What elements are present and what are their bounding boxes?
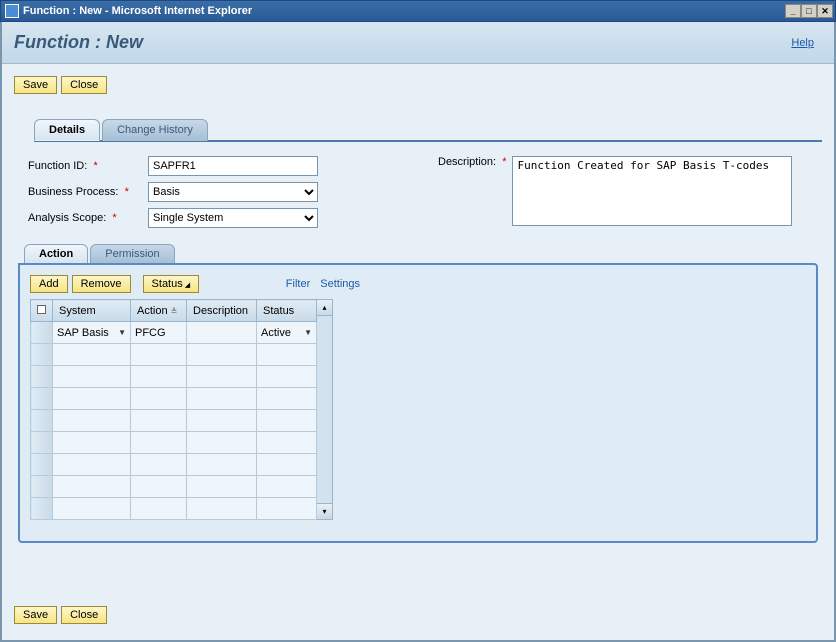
table-row (31, 432, 317, 454)
analysis-scope-select[interactable]: Single System (148, 208, 318, 228)
table-row (31, 366, 317, 388)
description-textarea[interactable]: Function Created for SAP Basis T-codes (512, 156, 792, 226)
table-row (31, 344, 317, 366)
window-titlebar: Function : New - Microsoft Internet Expl… (0, 0, 836, 22)
close-button[interactable]: Close (61, 76, 107, 94)
tab-details[interactable]: Details (34, 119, 100, 141)
save-button[interactable]: Save (14, 76, 57, 94)
row-selector[interactable] (31, 322, 53, 344)
subtab-permission[interactable]: Permission (90, 244, 174, 263)
maximize-button[interactable]: □ (801, 4, 817, 18)
col-description[interactable]: Description (187, 300, 257, 322)
business-process-select[interactable]: Basis (148, 182, 318, 202)
window-title: Function : New - Microsoft Internet Expl… (23, 5, 252, 17)
close-window-button[interactable]: ✕ (817, 4, 833, 18)
action-table-panel: Add Remove Status◢ Filter Settings Syste… (18, 263, 818, 543)
function-id-label: Function ID: * (28, 160, 148, 172)
close-button-bottom[interactable]: Close (61, 606, 107, 624)
cell-action[interactable]: PFCG (131, 322, 187, 344)
filter-link[interactable]: Filter (286, 278, 310, 290)
minimize-button[interactable]: _ (785, 4, 801, 18)
business-process-label: Business Process: * (28, 186, 148, 198)
save-button-bottom[interactable]: Save (14, 606, 57, 624)
col-status[interactable]: Status (257, 300, 317, 322)
cell-description[interactable] (187, 322, 257, 344)
table-row (31, 454, 317, 476)
form-panel: Function ID: * Business Process: * Basis… (14, 142, 822, 238)
description-label: Description: * (438, 156, 506, 234)
grid-scrollbar[interactable]: ▴ ▾ (317, 299, 333, 520)
table-row (31, 410, 317, 432)
tab-change-history[interactable]: Change History (102, 119, 208, 141)
action-grid: System Action ≜ Description Status SAP B… (30, 299, 317, 520)
main-tabs: Details Change History (34, 118, 822, 142)
page-header: Function : New Help (2, 22, 834, 64)
cell-status[interactable]: Active▼ (257, 322, 317, 344)
status-button[interactable]: Status◢ (143, 275, 200, 293)
cell-system[interactable]: SAP Basis▼ (53, 322, 131, 344)
chevron-down-icon: ▼ (118, 328, 126, 337)
help-link[interactable]: Help (791, 37, 814, 49)
col-system[interactable]: System (53, 300, 131, 322)
scroll-up-icon[interactable]: ▴ (317, 300, 332, 316)
sub-tabs: Action Permission (24, 244, 822, 263)
table-row[interactable]: SAP Basis▼ PFCG Active▼ (31, 322, 317, 344)
select-all-corner[interactable] (31, 300, 53, 322)
grid-body: SAP Basis▼ PFCG Active▼ (31, 322, 317, 520)
bottom-button-row: Save Close (2, 594, 119, 636)
scroll-down-icon[interactable]: ▾ (317, 503, 332, 519)
subtab-action[interactable]: Action (24, 244, 88, 263)
table-row (31, 498, 317, 520)
remove-button[interactable]: Remove (72, 275, 131, 293)
top-button-row: Save Close (14, 76, 822, 94)
page-title: Function : New (14, 32, 143, 53)
table-row (31, 476, 317, 498)
settings-link[interactable]: Settings (320, 278, 360, 290)
analysis-scope-label: Analysis Scope: * (28, 212, 148, 224)
scroll-track[interactable] (317, 316, 332, 503)
table-row (31, 388, 317, 410)
function-id-input[interactable] (148, 156, 318, 176)
app-icon (5, 4, 19, 18)
chevron-down-icon: ▼ (304, 328, 312, 337)
col-action[interactable]: Action ≜ (131, 300, 187, 322)
add-button[interactable]: Add (30, 275, 68, 293)
app-frame: Function : New Help Save Close Details C… (0, 22, 836, 642)
